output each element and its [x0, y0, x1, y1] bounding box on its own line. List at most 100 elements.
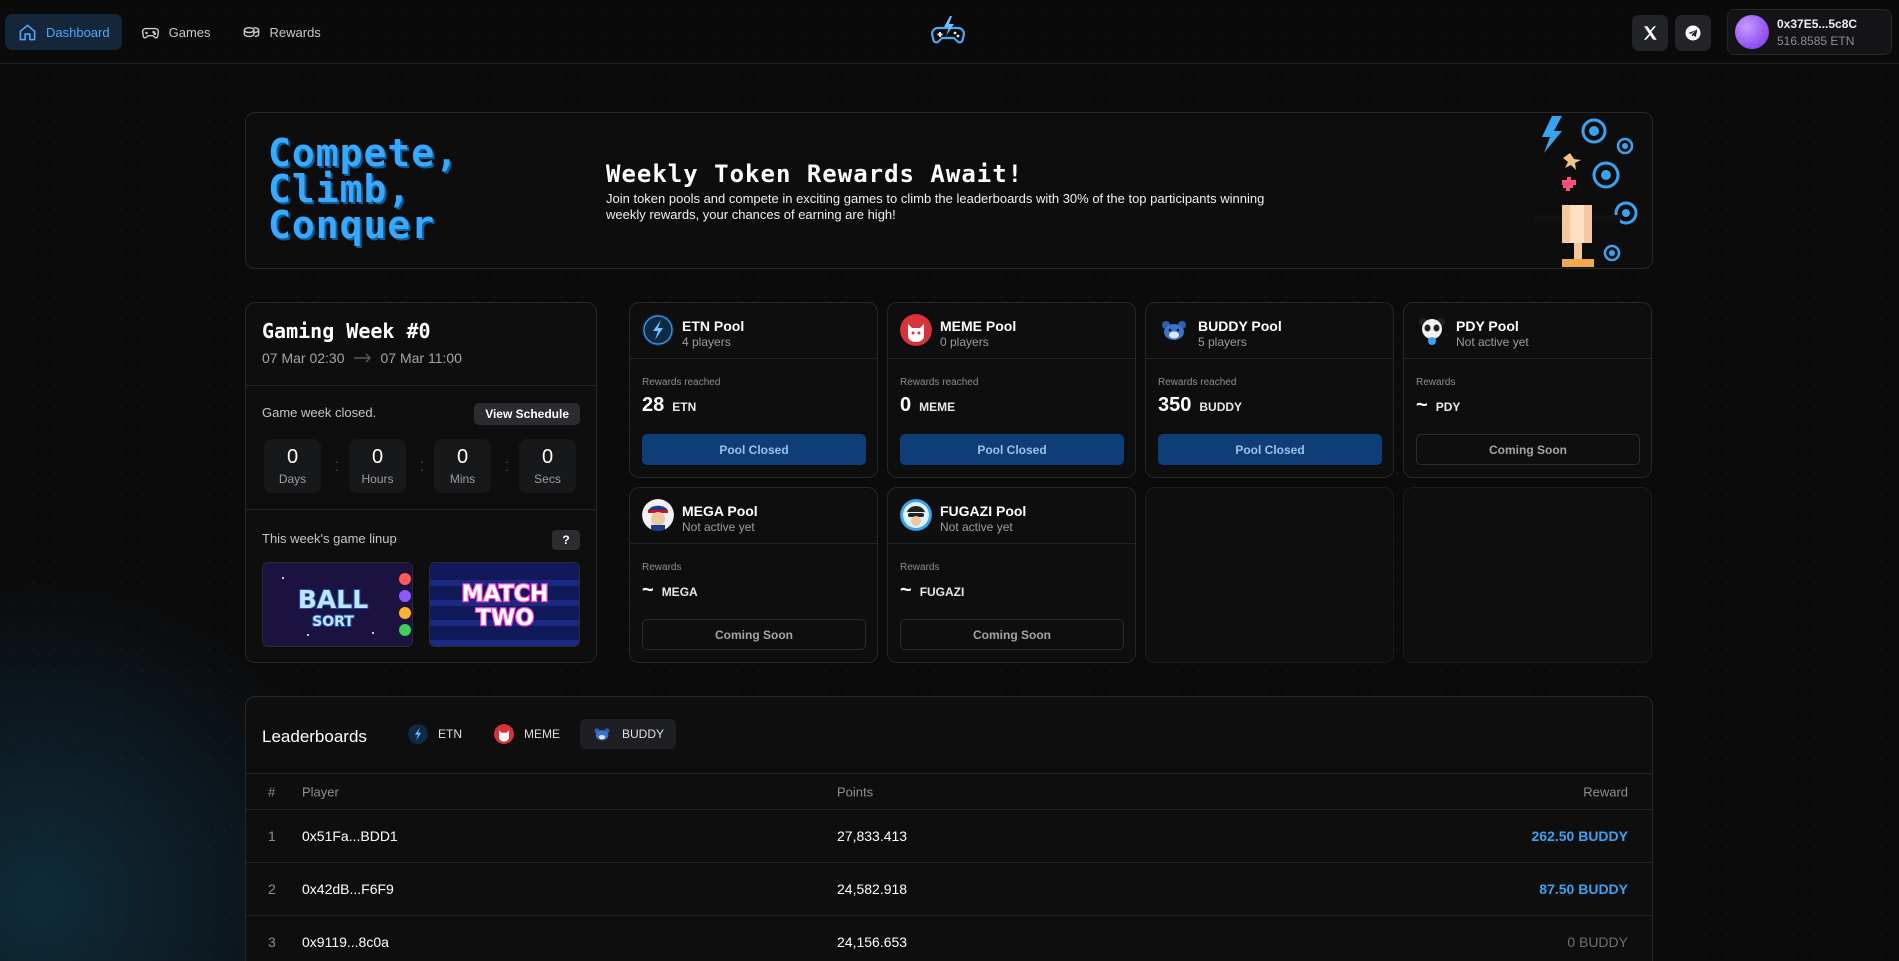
week-end: 07 Mar 11:00: [380, 350, 462, 366]
game-tile-match-two[interactable]: MATCH TWO: [429, 562, 580, 647]
pool-card-mega: MEGA Pool Not active yet Rewards ~ MEGA C…: [629, 487, 878, 663]
pool-card-pdy: PDY Pool Not active yet Rewards ~ PDY Com…: [1403, 302, 1652, 478]
column-player: Player: [302, 784, 339, 799]
tab-buddy-label: BUDDY: [622, 727, 665, 741]
avatar: [1735, 15, 1769, 49]
gaming-week-panel: Gaming Week #0 07 Mar 02:30 07 Mar 11:00…: [245, 302, 597, 663]
game-lineup-label: This week's game linup: [262, 531, 397, 546]
reward-amount: ~: [1416, 394, 1428, 416]
reward-token: MEGA: [661, 585, 698, 599]
pool-name: MEME Pool: [940, 318, 1017, 334]
countdown-separator: · ·: [504, 453, 510, 477]
nav-rewards[interactable]: Rewards: [229, 14, 333, 50]
nav-games-label: Games: [168, 24, 211, 40]
tab-etn[interactable]: ETN: [396, 719, 474, 749]
reward-token: MEME: [919, 400, 956, 414]
row-player: 0x51Fa...BDD1: [302, 828, 398, 844]
main-nav: Dashboard Games Rewards: [5, 14, 333, 50]
pool-status: Not active yet: [682, 520, 755, 534]
countdown-mins-value: 0: [456, 446, 469, 468]
rewards-value: 350 BUDDY: [1158, 394, 1242, 417]
pool-players: 0 players: [940, 335, 989, 349]
help-button[interactable]: ?: [552, 530, 580, 550]
divider: [630, 358, 877, 359]
countdown-days: 0 Days: [264, 439, 321, 493]
reward-amount: ~: [900, 579, 912, 601]
tab-etn-label: ETN: [438, 727, 462, 741]
coming-soon-button[interactable]: Coming Soon: [1416, 434, 1640, 465]
table-row[interactable]: 3 0x9119...8c0a 24,156.653 0 BUDDY: [246, 916, 1652, 961]
pool-closed-button[interactable]: Pool Closed: [1158, 434, 1382, 465]
nav-rewards-label: Rewards: [269, 24, 321, 40]
arrow-right-icon: [353, 353, 371, 363]
buddy-token-icon: [1158, 314, 1190, 346]
coins-icon: [243, 26, 259, 37]
table-row[interactable]: 2 0x42dB...F6F9 24,582.918 87.50 BUDDY: [246, 863, 1652, 916]
pool-name: PDY Pool: [1456, 318, 1519, 334]
pool-players: 4 players: [682, 335, 731, 349]
divider: [1404, 358, 1651, 359]
coming-soon-button[interactable]: Coming Soon: [642, 619, 866, 650]
pool-closed-button[interactable]: Pool Closed: [900, 434, 1124, 465]
nav-games[interactable]: Games: [128, 14, 223, 50]
hero-description: Join token pools and compete in exciting…: [606, 191, 1265, 222]
week-status: Game week closed.: [262, 405, 377, 420]
divider: [630, 543, 877, 544]
pool-name: ETN Pool: [682, 318, 745, 334]
countdown-hours: 0 Hours: [349, 439, 406, 493]
view-schedule-button[interactable]: View Schedule: [474, 403, 580, 425]
telegram-social-button[interactable]: [1675, 15, 1711, 51]
week-date-range: 07 Mar 02:30 07 Mar 11:00: [262, 350, 462, 366]
countdown-mins: 0 Mins: [434, 439, 491, 493]
pool-name: FUGAZI Pool: [940, 503, 1027, 519]
rewards-value: ~ MEGA: [642, 579, 698, 602]
rewards-label: Rewards: [1416, 377, 1456, 388]
game-tile-ball-sort[interactable]: BALL SORT: [262, 562, 413, 647]
empty-pool-slot: [1403, 487, 1652, 663]
countdown-secs: 0 Secs: [519, 439, 576, 493]
pool-closed-button[interactable]: Pool Closed: [642, 434, 866, 465]
column-rank: #: [268, 784, 276, 799]
countdown-secs-label: Secs: [534, 472, 561, 486]
hero-title-line-2: Climb,: [268, 167, 412, 211]
countdown-hours-value: 0: [371, 446, 384, 468]
top-navbar: Dashboard Games Rewards 0x37E5...5c8C 51…: [0, 0, 1899, 64]
table-row[interactable]: 1 0x51Fa...BDD1 27,833.413 262.50 BUDDY: [246, 810, 1652, 863]
reward-amount: ~: [642, 579, 654, 601]
pool-card-meme: MEME Pool 0 players Rewards reached 0 MEM…: [887, 302, 1136, 478]
tab-buddy[interactable]: BUDDY: [580, 719, 677, 749]
gamepad-icon: [141, 27, 159, 38]
leaderboard-tabs: ETN MEME BUDDY: [396, 719, 677, 749]
tab-meme[interactable]: MEME: [482, 719, 572, 749]
countdown-separator: · ·: [334, 453, 340, 477]
match-two-cover: MATCH TWO: [430, 563, 579, 646]
pool-players: 5 players: [1198, 335, 1247, 349]
match-two-title-2: TWO: [476, 606, 534, 631]
rewards-value: 28 ETN: [642, 394, 696, 417]
divider: [888, 543, 1135, 544]
telegram-icon: [1685, 25, 1701, 41]
divider: [246, 509, 596, 510]
reward-token: ETN: [672, 400, 697, 414]
x-social-button[interactable]: [1632, 15, 1668, 51]
gamepad-logo-icon[interactable]: [930, 14, 966, 50]
leaderboard-panel: Leaderboards ETN MEME BUDDY # Player Poi…: [245, 696, 1653, 961]
wallet-button[interactable]: 0x37E5...5c8C 516.8585 ETN: [1727, 9, 1892, 55]
reward-token: BUDDY: [1199, 400, 1243, 414]
rewards-label: Rewards reached: [1158, 377, 1237, 388]
row-reward: 262.50 BUDDY: [1531, 828, 1629, 844]
countdown-mins-label: Mins: [449, 472, 476, 486]
row-player: 0x9119...8c0a: [302, 934, 389, 950]
empty-pool-slot: [1145, 487, 1394, 663]
coming-soon-button[interactable]: Coming Soon: [900, 619, 1124, 650]
hero-banner: Compete, Climb, Conquer Weekly Token Rew…: [245, 112, 1653, 269]
meme-token-icon: [494, 724, 514, 744]
rewards-value: ~ FUGAZI: [900, 579, 964, 602]
reward-amount: 28: [642, 394, 665, 416]
column-reward: Reward: [1583, 784, 1628, 799]
nav-dashboard-label: Dashboard: [46, 24, 110, 40]
nav-dashboard[interactable]: Dashboard: [5, 14, 122, 50]
etn-token-icon: [642, 314, 674, 346]
pool-card-buddy: BUDDY Pool 5 players Rewards reached 350…: [1145, 302, 1394, 478]
countdown-days-value: 0: [286, 446, 299, 468]
